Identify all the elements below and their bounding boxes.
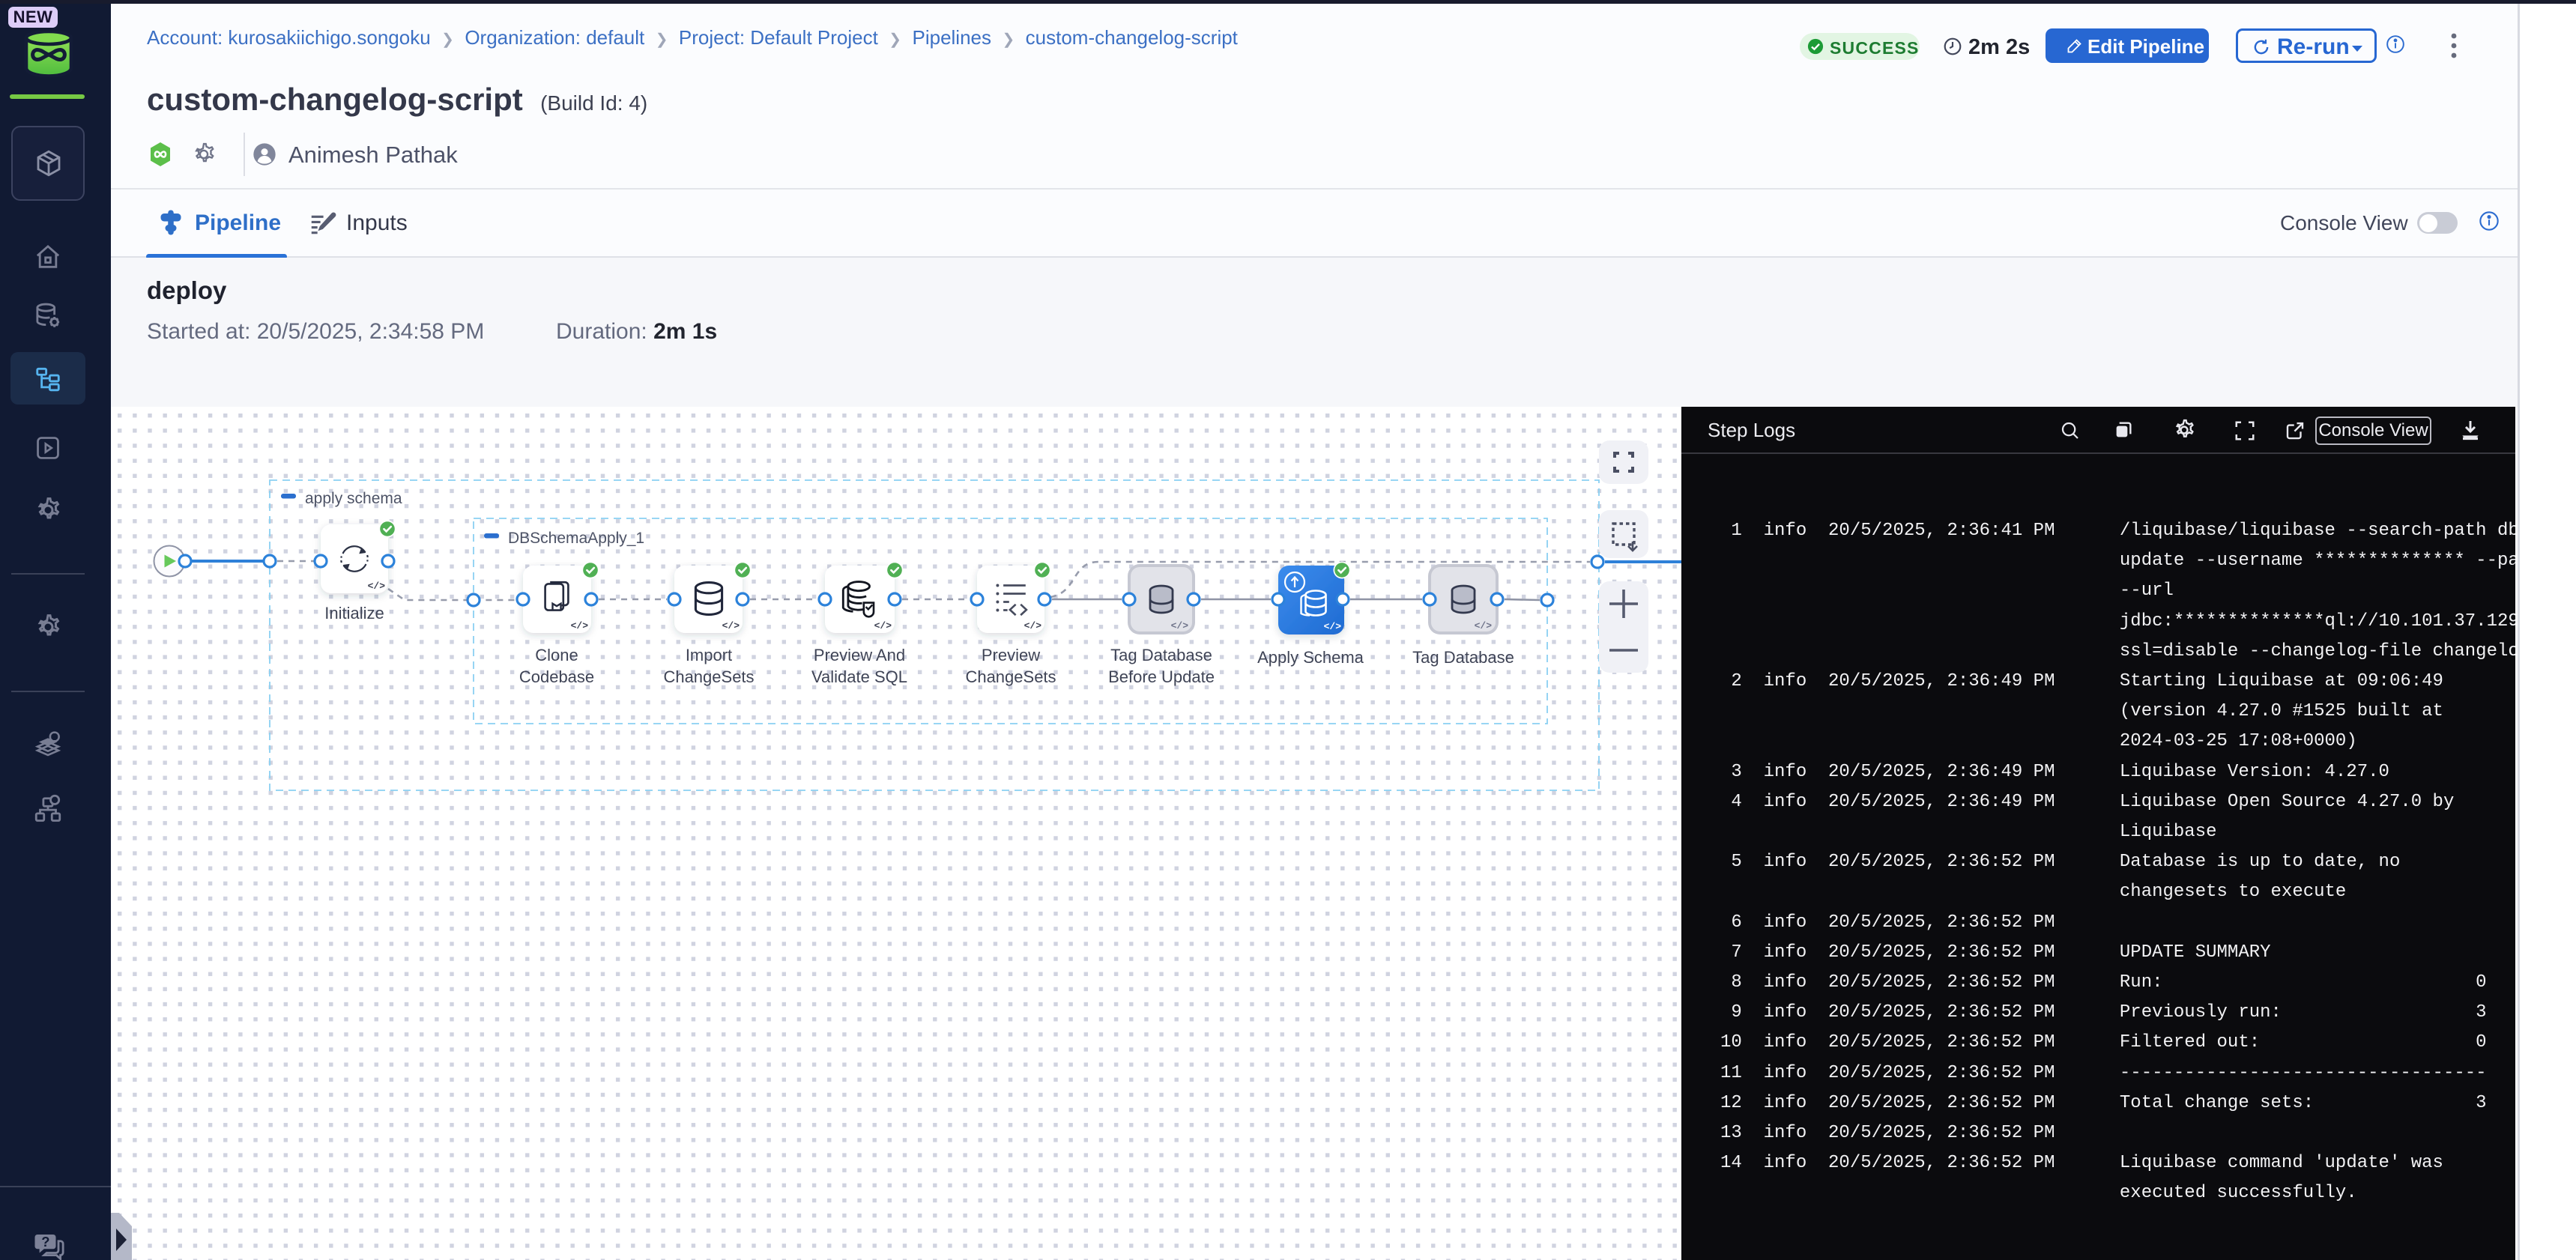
svg-text:Apply Schema: Apply Schema: [1257, 648, 1364, 667]
svg-text:apply schema: apply schema: [305, 490, 402, 507]
svg-text:</>: </>: [1171, 620, 1189, 631]
svg-text:</>: </>: [722, 620, 740, 631]
svg-text:</>: </>: [571, 620, 589, 631]
svg-text:DBSchemaApply_1: DBSchemaApply_1: [508, 530, 644, 547]
svg-text:ChangeSets: ChangeSets: [965, 667, 1056, 686]
svg-text:?: ?: [41, 1234, 49, 1250]
svg-text:Before Update: Before Update: [1108, 667, 1215, 686]
svg-text:ChangeSets: ChangeSets: [663, 667, 754, 686]
svg-text:Codebase: Codebase: [519, 667, 594, 686]
svg-text:</>: </>: [874, 620, 892, 631]
svg-text:</>: </>: [1475, 620, 1493, 631]
svg-text:Initialize: Initialize: [324, 604, 384, 623]
svg-text:</>: </>: [368, 581, 386, 592]
svg-text:Tag Database: Tag Database: [1412, 648, 1514, 667]
svg-text:Preview: Preview: [982, 646, 1040, 664]
svg-text:Validate SQL: Validate SQL: [811, 667, 907, 686]
svg-text:</>: </>: [1024, 620, 1042, 631]
svg-text:Preview And: Preview And: [814, 646, 905, 664]
svg-text:Clone: Clone: [535, 646, 578, 664]
svg-text:Tag Database: Tag Database: [1110, 646, 1212, 664]
svg-text:Import: Import: [686, 646, 732, 664]
svg-text:</>: </>: [1324, 621, 1342, 632]
